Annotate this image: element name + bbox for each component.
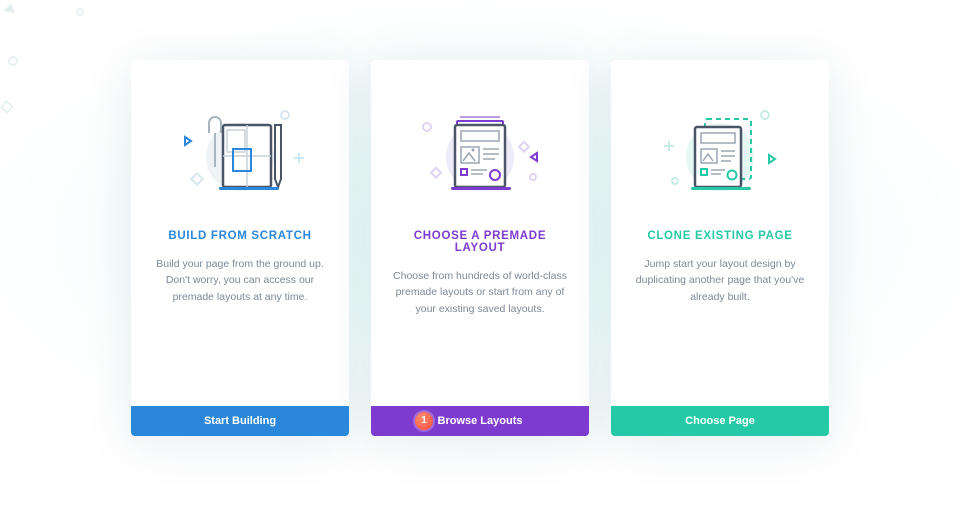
- step-badge: 1: [415, 412, 433, 430]
- premade-layout-icon: [371, 60, 589, 220]
- clone-page-icon: [611, 60, 829, 220]
- card-clone-existing-page: CLONE EXISTING PAGE Jump start your layo…: [611, 60, 829, 436]
- card-content: BUILD FROM SCRATCH Build your page from …: [131, 220, 349, 406]
- browse-layouts-button[interactable]: 1 Browse Layouts: [371, 406, 589, 436]
- decoration-circle: [8, 56, 18, 66]
- button-label: Start Building: [204, 415, 276, 427]
- card-title: CLONE EXISTING PAGE: [629, 230, 811, 242]
- card-description: Choose from hundreds of world-class prem…: [389, 268, 571, 317]
- option-cards: BUILD FROM SCRATCH Build your page from …: [131, 60, 829, 436]
- card-description: Jump start your layout design by duplica…: [629, 256, 811, 305]
- card-choose-premade-layout: CHOOSE A PREMADE LAYOUT Choose from hund…: [371, 60, 589, 436]
- card-description: Build your page from the ground up. Don'…: [149, 256, 331, 305]
- card-title: CHOOSE A PREMADE LAYOUT: [389, 230, 571, 254]
- build-from-scratch-icon: [131, 60, 349, 220]
- card-title: BUILD FROM SCRATCH: [149, 230, 331, 242]
- start-building-button[interactable]: Start Building: [131, 406, 349, 436]
- decoration-square: [0, 100, 14, 114]
- decoration-triangle: [3, 3, 16, 13]
- card-content: CHOOSE A PREMADE LAYOUT Choose from hund…: [371, 220, 589, 406]
- button-label: Browse Layouts: [438, 415, 523, 427]
- card-content: CLONE EXISTING PAGE Jump start your layo…: [611, 220, 829, 406]
- button-label: Choose Page: [685, 415, 755, 427]
- card-build-from-scratch: BUILD FROM SCRATCH Build your page from …: [131, 60, 349, 436]
- choose-page-button[interactable]: Choose Page: [611, 406, 829, 436]
- decoration-circle: [76, 8, 84, 16]
